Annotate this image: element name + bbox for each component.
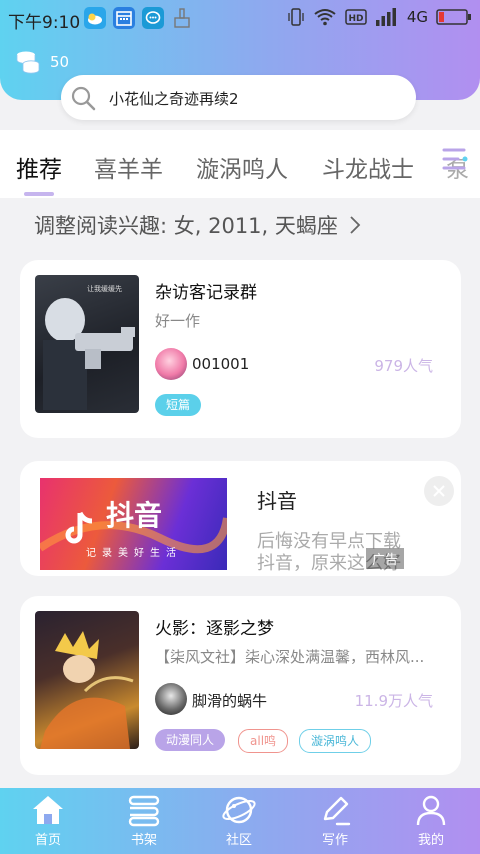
tab-douLong[interactable]: 斗龙战士: [322, 150, 414, 184]
nav-community-label: 社区: [225, 833, 252, 848]
tag-short-story[interactable]: 短篇: [155, 394, 202, 416]
user-icon: [416, 795, 446, 826]
planet-icon: [222, 796, 256, 824]
book-title: 杂访客记录群: [155, 283, 257, 303]
brush-icon: [171, 7, 193, 29]
book-description: 好一作: [155, 312, 201, 330]
search-bar[interactable]: 小花仙之奇迹再续2: [61, 75, 416, 120]
bookshelf-icon: [128, 795, 160, 827]
book-card[interactable]: 火影：逐影之梦 【柒风文社】柒心深处满温馨，西林风... 脚滑的蜗牛 11.9万…: [20, 596, 461, 775]
nav-write[interactable]: 写作: [305, 793, 365, 848]
chevron-right-icon: [349, 216, 360, 234]
pen-icon: [323, 796, 351, 826]
ad-badge: 广告: [366, 548, 405, 569]
svg-text:HD: HD: [348, 14, 363, 24]
ad-brand-text: 抖音: [106, 499, 163, 532]
tab-recommend[interactable]: 推荐: [16, 150, 62, 184]
tag-all-naruto[interactable]: all鸣: [238, 729, 289, 753]
nav-write-label: 写作: [321, 833, 348, 848]
ad-banner-image: 抖音 记录美好生活: [40, 478, 227, 570]
book-description: 【柒风文社】柒心深处满温馨，西林风...: [155, 648, 425, 666]
signal-icon: [375, 8, 396, 26]
network-type: 4G: [406, 8, 428, 26]
ad-card[interactable]: 抖音 记录美好生活 抖音 后悔没有早点下载 抖音，原来这么好 广告: [20, 461, 461, 576]
hd-icon: HD: [345, 9, 367, 25]
active-tab-indicator: [24, 192, 54, 196]
nav-bookshelf[interactable]: 书架: [114, 793, 174, 848]
author-avatar: [155, 348, 187, 380]
book-title: 火影：逐影之梦: [155, 619, 274, 639]
search-icon: [71, 86, 96, 111]
popularity-count: 979人气: [374, 357, 433, 375]
wifi-icon: [314, 9, 336, 26]
reading-preference[interactable]: 调整阅读兴趣: 女, 2011, 天蝎座: [34, 210, 361, 240]
ad-title: 抖音: [257, 489, 297, 513]
tab-xiyangyang[interactable]: 喜羊羊: [94, 150, 163, 184]
svg-text:让我缓缓先: 让我缓缓先: [87, 284, 122, 293]
message-icon: [142, 7, 164, 29]
tag-anime-fanfic[interactable]: 动漫同人: [155, 729, 226, 751]
coins-icon: [16, 51, 40, 74]
coin-count: 50: [50, 53, 70, 71]
preference-text: 调整阅读兴趣: 女, 2011, 天蝎座: [34, 214, 338, 238]
author-name: 脚滑的蜗牛: [192, 692, 268, 710]
nav-bookshelf-label: 书架: [130, 833, 157, 848]
weather-icon: [84, 7, 106, 29]
status-time: 下午9:10: [8, 13, 81, 33]
status-bar: 下午9:10 HD 4G: [0, 0, 480, 38]
nav-home[interactable]: 首页: [18, 793, 78, 848]
nav-home-label: 首页: [34, 833, 61, 848]
popularity-count: 11.9万人气: [354, 692, 433, 710]
tag-naruto[interactable]: 漩涡鸣人: [299, 729, 372, 753]
ad-slogan: 记录美好生活: [86, 548, 182, 559]
tabs-menu-icon[interactable]: [442, 146, 468, 180]
calendar-icon: [113, 7, 135, 29]
nav-profile[interactable]: 我的: [401, 793, 461, 848]
home-icon: [33, 796, 63, 824]
battery-icon: [436, 9, 471, 25]
vibrate-icon: [288, 8, 304, 26]
status-indicators: HD 4G: [287, 6, 472, 28]
author-name: 001001: [192, 355, 250, 373]
tab-naruto[interactable]: 漩涡鸣人: [196, 150, 288, 184]
book-cover-image: [35, 611, 139, 749]
nav-community[interactable]: 社区: [209, 793, 269, 848]
ad-close-button[interactable]: [424, 476, 454, 506]
book-cover-image: 让我缓缓先: [35, 275, 139, 413]
coin-balance[interactable]: 50: [14, 48, 69, 76]
nav-profile-label: 我的: [417, 833, 444, 848]
bottom-navigation: 首页 书架 社区 写作 我的: [0, 788, 480, 854]
author-avatar: [155, 683, 187, 715]
close-icon: [433, 485, 445, 497]
category-tabs: 推荐 喜羊羊 漩涡鸣人 斗龙战士 泵: [0, 130, 480, 198]
search-query: 小花仙之奇迹再续2: [109, 90, 239, 108]
book-card[interactable]: 让我缓缓先 杂访客记录群 好一作 001001 979人气 短篇: [20, 260, 461, 438]
